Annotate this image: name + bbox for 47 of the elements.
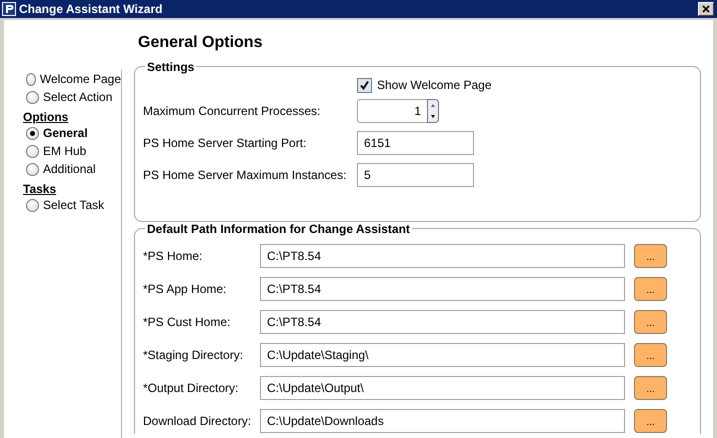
close-icon <box>702 5 710 13</box>
radio-button[interactable] <box>26 198 39 212</box>
field-label: *PS App Home: <box>143 282 228 296</box>
field-label: *Output Directory: <box>143 380 240 394</box>
close-button[interactable] <box>698 2 714 16</box>
spinner-arrows[interactable] <box>427 99 439 123</box>
input-field[interactable]: C:\Update\Output\ <box>260 376 625 400</box>
nav-item[interactable]: Select Action <box>43 90 112 104</box>
input-field[interactable]: 5 <box>357 163 474 187</box>
checkbox-label: Show Welcome Page <box>377 78 492 92</box>
section-header: Options <box>23 109 70 124</box>
panel-title: Default Path Information for Change Assistant <box>145 222 412 236</box>
radio-button[interactable] <box>26 162 39 176</box>
field-label: PS Home Server Starting Port: <box>143 136 308 150</box>
nav-item[interactable]: General <box>43 126 88 140</box>
radio-button[interactable] <box>26 144 39 158</box>
input-field[interactable]: C:\Update\Staging\ <box>260 342 625 366</box>
field-label: PS Home Server Maximum Instances: <box>143 168 348 182</box>
page-heading: General Options <box>138 34 264 53</box>
browse-button[interactable]: ... <box>634 244 667 268</box>
radio-button[interactable] <box>26 72 36 86</box>
checkbox[interactable] <box>357 78 372 92</box>
browse-button[interactable]: ... <box>634 310 667 334</box>
input-field[interactable]: C:\PT8.54 <box>260 276 625 300</box>
input-field[interactable]: C:\PT8.54 <box>260 244 625 268</box>
window-title: Change Assistant Wizard <box>19 2 164 16</box>
radio-button[interactable] <box>26 126 39 140</box>
browse-button[interactable]: ... <box>634 276 667 300</box>
input-field[interactable]: C:\Update\Downloads <box>260 408 625 432</box>
field-label: Maximum Concurrent Processes: <box>143 104 322 118</box>
nav-item[interactable]: EM Hub <box>43 144 86 158</box>
radio-button[interactable] <box>26 90 39 104</box>
section-header: Tasks <box>23 181 58 196</box>
nav-item[interactable]: Welcome Page <box>40 72 121 86</box>
browse-button[interactable]: ... <box>634 408 667 432</box>
app-logo-icon <box>2 2 16 16</box>
input-field[interactable]: 6151 <box>357 131 474 155</box>
field-label: *Staging Directory: <box>143 348 244 362</box>
browse-button[interactable]: ... <box>634 376 667 400</box>
panel-title: Settings <box>145 60 196 74</box>
input-field[interactable]: C:\PT8.54 <box>260 310 625 334</box>
field-label: *PS Home: <box>143 248 204 262</box>
nav-item[interactable]: Additional <box>43 162 96 176</box>
nav-item[interactable]: Select Task <box>43 198 104 212</box>
field-label: Download Directory: <box>143 414 252 428</box>
browse-button[interactable]: ... <box>634 342 667 366</box>
field-label: *PS Cust Home: <box>143 314 232 328</box>
